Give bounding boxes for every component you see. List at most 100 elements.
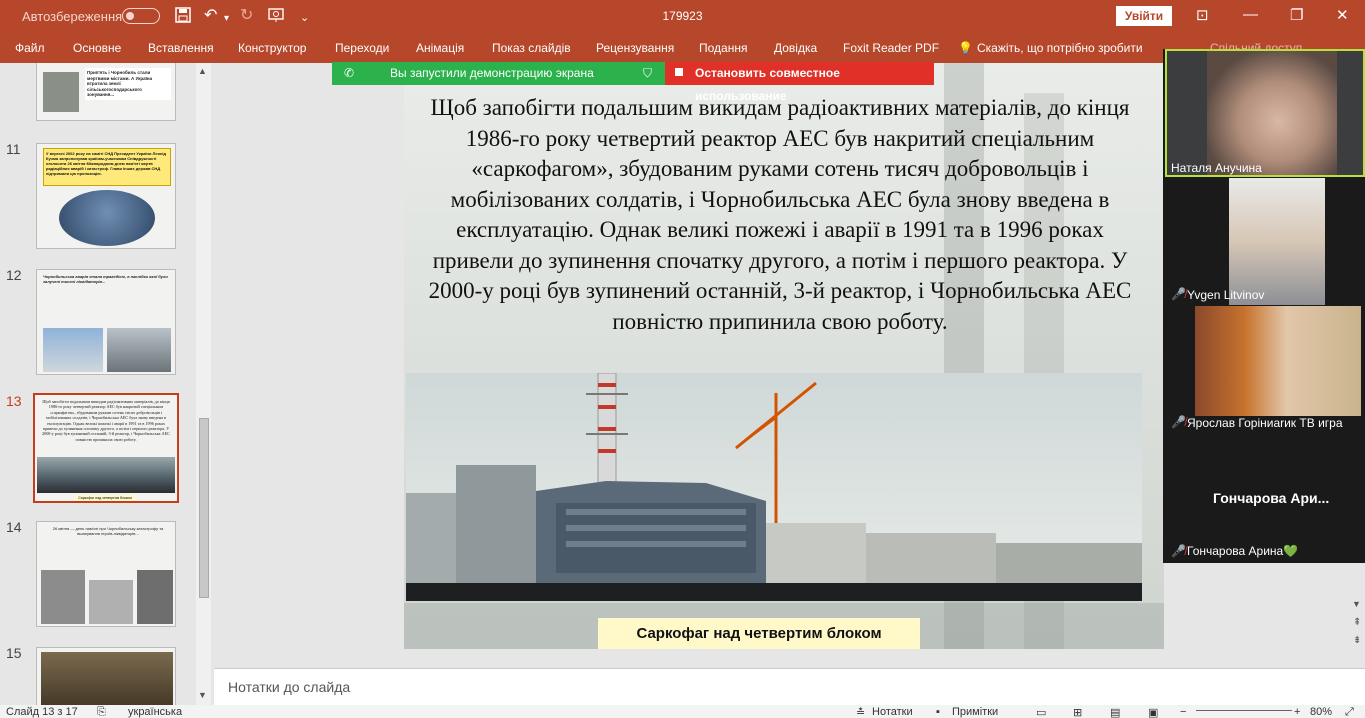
thumbnail-number: 12 <box>6 267 22 283</box>
reading-view-icon[interactable]: ▤ <box>1110 706 1120 718</box>
next-slide-icon[interactable]: ⇟ <box>1353 635 1361 646</box>
thumbnail-text: У вересні 2002 року на саміті СНД Презид… <box>43 148 171 186</box>
scroll-down-icon[interactable]: ▼ <box>1352 599 1361 609</box>
language-indicator[interactable]: українська <box>128 706 182 718</box>
thumbnail-number: 11 <box>6 141 21 157</box>
minimize-icon[interactable]: — <box>1243 6 1258 23</box>
title-bar: Автозбереження ↶ ▾ ↻ ⌄ 179923 Увійти ⊡ —… <box>0 0 1365 33</box>
participant-tile[interactable]: 🎤̸ Yvgen Litvinov <box>1165 178 1365 305</box>
slide-thumbnail-10[interactable]: Прип'ять і Чорнобиль стали мертвими міст… <box>36 63 176 121</box>
redo-icon[interactable]: ↻ <box>240 7 253 25</box>
menu-design[interactable]: Конструктор <box>238 41 306 55</box>
thumbnail-number: 14 <box>6 519 22 535</box>
thumbnail-image <box>37 457 175 493</box>
notes-toggle-button[interactable]: Нотатки <box>872 706 913 718</box>
autosave-label: Автозбереження <box>22 9 123 24</box>
close-icon[interactable]: ✕ <box>1336 6 1349 24</box>
menu-home[interactable]: Основне <box>73 41 121 55</box>
thumbnail-image <box>137 570 173 624</box>
lightbulb-icon: 💡 <box>958 41 973 55</box>
stop-icon <box>675 68 683 76</box>
sign-in-button[interactable]: Увійти <box>1116 6 1172 26</box>
notes-toggle-icon: ≛ <box>856 707 866 718</box>
normal-view-icon[interactable]: ▭ <box>1036 706 1046 718</box>
menu-foxit[interactable]: Foxit Reader PDF <box>843 41 939 55</box>
thumbnail-image <box>107 328 171 372</box>
autosave-toggle[interactable] <box>122 8 160 24</box>
sarcophagus-photo <box>406 373 1142 601</box>
stop-sharing-label: Остановить совместное использование <box>695 66 840 103</box>
menu-review[interactable]: Рецензування <box>596 41 674 55</box>
slide-sorter-icon[interactable]: ⊞ <box>1073 706 1082 718</box>
screen-share-banner: ✆ Вы запустили демонстрацию экрана ⛉ <box>332 62 665 85</box>
slide-thumbnail-14[interactable]: 26 квітня — день пам'яті про Чорнобильсь… <box>36 521 176 627</box>
undo-dropdown-icon[interactable]: ▾ <box>224 10 229 28</box>
slide-thumbnails-panel: Прип'ять і Чорнобиль стали мертвими міст… <box>0 63 214 705</box>
restore-icon[interactable]: ❐ <box>1290 6 1303 24</box>
thumbnail-image <box>89 580 133 624</box>
phone-icon: ✆ <box>344 66 355 80</box>
spellcheck-icon[interactable]: ⎘ <box>97 706 106 718</box>
slide-thumbnail-11[interactable]: У вересні 2002 року на саміті СНД Презид… <box>36 143 176 249</box>
slideshow-view-icon[interactable]: ▣ <box>1148 706 1158 718</box>
thumbnail-number-active: 13 <box>6 393 22 409</box>
previous-slide-icon[interactable]: ⇞ <box>1353 617 1361 628</box>
slide-thumbnail-13[interactable]: Щоб запобігти подальшим викидам радіоакт… <box>33 393 179 503</box>
zoom-in-icon[interactable]: + <box>1294 706 1300 718</box>
participant-video <box>1195 306 1361 416</box>
slideshow-icon[interactable] <box>268 7 286 28</box>
thumbnail-text: Щоб запобігти подальшим викидам радіоакт… <box>42 399 170 442</box>
zoom-level[interactable]: 80% <box>1310 706 1332 718</box>
participant-video <box>1207 51 1337 175</box>
zoom-slider[interactable] <box>1196 710 1292 711</box>
menu-help[interactable]: Довідка <box>774 41 817 55</box>
participant-name: Ярослав Горіниarик ТВ игра <box>1187 416 1343 430</box>
slide-scrollbar[interactable]: ▼ ⇞ ⇟ <box>1350 563 1365 665</box>
tell-me-search[interactable]: Скажіть, що потрібно зробити <box>977 41 1143 55</box>
shield-icon: ⛉ <box>643 66 653 80</box>
customize-toolbar-icon[interactable]: ⌄ <box>300 9 309 27</box>
participant-tile[interactable]: 🎤̸ Ярослав Горіниarик ТВ игра <box>1165 306 1365 433</box>
thumbnail-image <box>43 72 79 112</box>
comments-icon: ▪ <box>936 706 940 718</box>
thumbnails-scrollbar[interactable] <box>196 63 211 705</box>
undo-icon[interactable]: ↶ <box>204 7 217 25</box>
menu-animation[interactable]: Анімація <box>416 41 464 55</box>
notes-placeholder: Нотатки до слайда <box>228 679 351 695</box>
participant-tile[interactable]: Наталя Анучина <box>1165 49 1365 177</box>
mic-muted-icon: 🎤̸ <box>1171 544 1186 558</box>
scroll-down-icon[interactable]: ▼ <box>198 690 207 700</box>
ribbon-display-icon[interactable]: ⊡ <box>1196 6 1209 24</box>
mic-muted-icon: 🎤̸ <box>1171 287 1186 301</box>
thumbnail-image <box>59 190 155 246</box>
menu-insert[interactable]: Вставлення <box>148 41 214 55</box>
stop-sharing-button[interactable]: Остановить совместное использование <box>665 62 934 103</box>
scroll-up-icon[interactable]: ▲ <box>198 66 207 76</box>
slide-thumbnail-15[interactable] <box>36 647 176 705</box>
screen-share-label: Вы запустили демонстрацию экрана <box>390 66 594 80</box>
menu-transitions[interactable]: Переходи <box>335 41 389 55</box>
menu-view[interactable]: Подання <box>699 41 747 55</box>
thumbnail-image <box>43 328 103 372</box>
thumbnail-text: Прип'ять і Чорнобиль стали мертвими міст… <box>85 68 171 100</box>
participant-video <box>1229 178 1325 305</box>
mic-muted-icon: 🎤̸ <box>1171 415 1186 429</box>
notes-pane[interactable]: Нотатки до слайда <box>214 668 1365 705</box>
participant-name: Наталя Анучина <box>1171 161 1262 175</box>
participant-tile[interactable]: Гончарова Ари... 🎤̸ Гончарова Арина💚 <box>1165 434 1365 562</box>
slide-counter: Слайд 13 з 17 <box>6 706 78 718</box>
menu-file[interactable]: Файл <box>15 41 45 55</box>
status-bar: Слайд 13 з 17 ⎘ українська ≛ Нотатки ▪ П… <box>0 705 1365 718</box>
fit-slide-icon[interactable]: ⤢ <box>1345 706 1354 718</box>
save-icon[interactable] <box>175 7 191 28</box>
slide-thumbnail-12[interactable]: Чорнобильська аварія стала трагедією, в … <box>36 269 176 375</box>
ribbon-menu: Файл Основне Вставлення Конструктор Пере… <box>0 33 1365 63</box>
thumbnail-text: 26 квітня — день пам'яті про Чорнобильсь… <box>52 526 164 536</box>
participant-display-name: Гончарова Ари... <box>1213 490 1330 506</box>
slide-caption[interactable]: Саркофаг над четвертим блоком <box>598 618 920 649</box>
comments-toggle-button[interactable]: Примітки <box>952 706 998 718</box>
thumbnails-scroll-thumb[interactable] <box>199 418 209 598</box>
menu-slideshow[interactable]: Показ слайдів <box>492 41 571 55</box>
slide-body-text[interactable]: Щоб запобігти подальшим викидам радіоакт… <box>418 93 1142 337</box>
zoom-out-icon[interactable]: − <box>1180 706 1186 718</box>
